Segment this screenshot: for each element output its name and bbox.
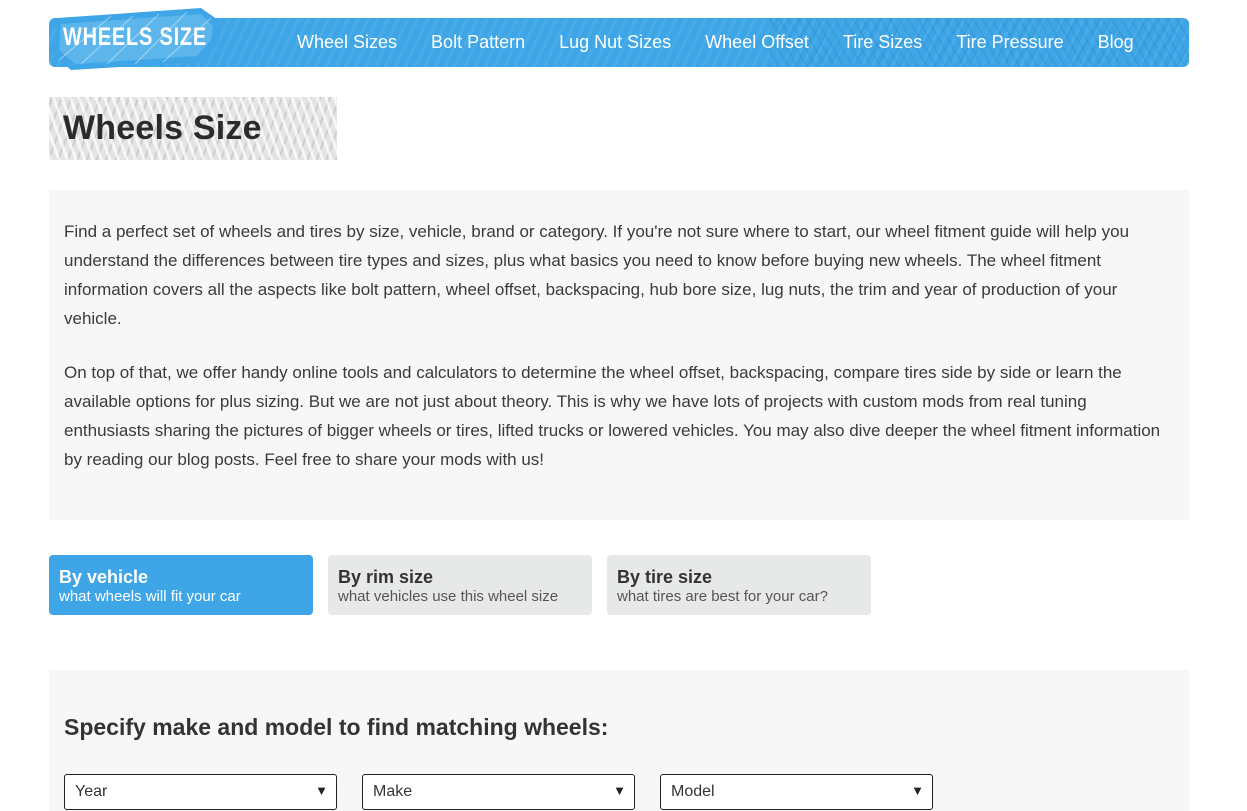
nav-tire-pressure[interactable]: Tire Pressure bbox=[956, 32, 1063, 53]
tab-title: By tire size bbox=[617, 567, 713, 587]
search-mode-tabs: By vehicle what wheels will fit your car… bbox=[49, 555, 886, 615]
nav-wheel-sizes[interactable]: Wheel Sizes bbox=[297, 32, 397, 53]
make-select-value: Make bbox=[373, 783, 413, 800]
intro-paragraph-1: Find a perfect set of wheels and tires b… bbox=[64, 222, 1130, 328]
logo-graphic: WHEELS SIZE bbox=[53, 8, 221, 70]
page-title-banner: Wheels Size bbox=[49, 97, 337, 160]
nav-tire-sizes[interactable]: Tire Sizes bbox=[843, 32, 922, 53]
model-select[interactable]: Model ▼ bbox=[660, 774, 933, 810]
vehicle-search-panel: Specify make and model to find matching … bbox=[49, 670, 1189, 811]
search-heading: Specify make and model to find matching … bbox=[64, 714, 609, 740]
nav-lug-nut-sizes[interactable]: Lug Nut Sizes bbox=[559, 32, 671, 53]
make-select[interactable]: Make ▼ bbox=[362, 774, 635, 810]
nav-wheel-offset[interactable]: Wheel Offset bbox=[705, 32, 809, 53]
main-nav: Wheel Sizes Bolt Pattern Lug Nut Sizes W… bbox=[280, 18, 1151, 67]
tab-by-tire-size[interactable]: By tire size what tires are best for you… bbox=[607, 555, 871, 615]
site-logo[interactable]: WHEELS SIZE bbox=[51, 2, 223, 72]
intro-paragraph-2: On top of that, we offer handy online to… bbox=[64, 363, 1161, 469]
year-select[interactable]: Year ▼ bbox=[64, 774, 337, 810]
model-select-value: Model bbox=[671, 783, 715, 800]
nav-bolt-pattern[interactable]: Bolt Pattern bbox=[431, 32, 525, 53]
tab-subtitle: what vehicles use this wheel size bbox=[338, 588, 559, 605]
tab-subtitle: what tires are best for your car? bbox=[617, 588, 828, 605]
page-title: Wheels Size bbox=[63, 109, 262, 147]
year-select-value: Year bbox=[75, 783, 108, 800]
tab-subtitle: what wheels will fit your car bbox=[59, 588, 241, 605]
triangle-down-icon: ▼ bbox=[613, 783, 626, 798]
intro-section: Find a perfect set of wheels and tires b… bbox=[49, 190, 1189, 520]
tab-title: By vehicle bbox=[59, 567, 149, 587]
triangle-down-icon: ▼ bbox=[911, 783, 924, 798]
svg-text:WHEELS SIZE: WHEELS SIZE bbox=[63, 23, 207, 51]
tab-title: By rim size bbox=[338, 567, 434, 587]
triangle-down-icon: ▼ bbox=[315, 783, 328, 798]
tab-by-vehicle[interactable]: By vehicle what wheels will fit your car bbox=[49, 555, 313, 615]
nav-blog[interactable]: Blog bbox=[1098, 32, 1134, 53]
tab-by-rim-size[interactable]: By rim size what vehicles use this wheel… bbox=[328, 555, 592, 615]
